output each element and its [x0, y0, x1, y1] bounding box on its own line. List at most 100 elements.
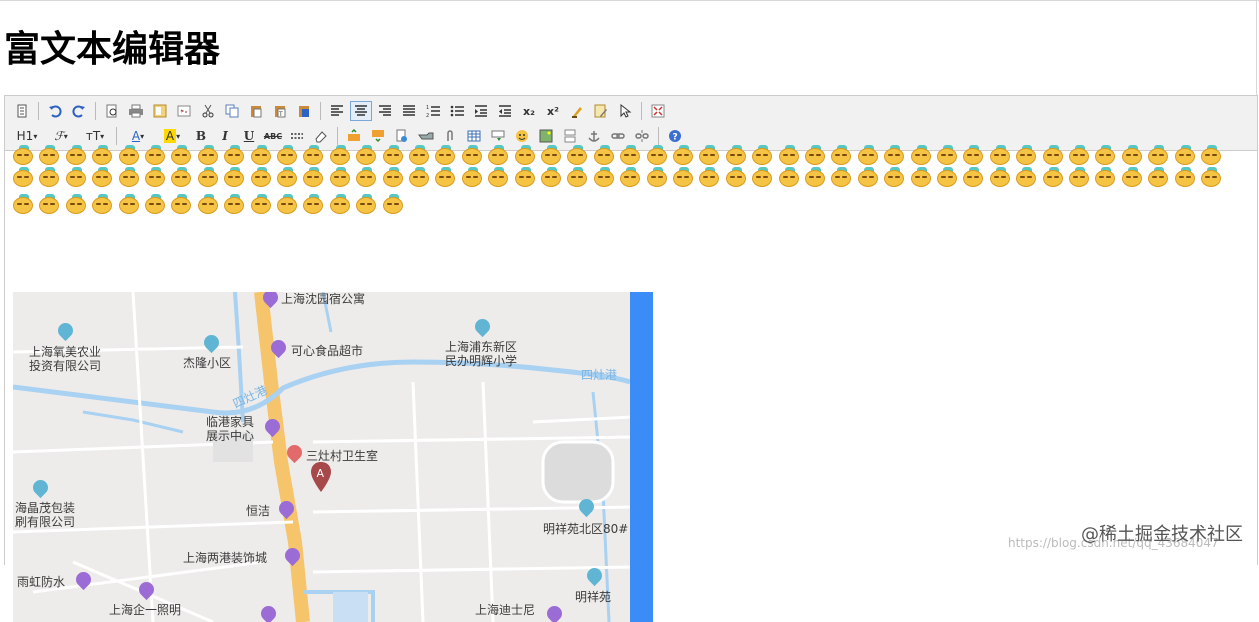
attachment-icon[interactable] [439, 126, 461, 146]
template-icon[interactable] [149, 101, 171, 121]
map-label: 雨虹防水 [17, 575, 66, 589]
heading-dropdown[interactable]: H1 ▾ [11, 126, 43, 146]
toolbar-separator [38, 102, 39, 120]
sleepy-face-emoji [407, 167, 431, 189]
map-label: 明祥苑北区80# [543, 522, 629, 536]
top-border [0, 0, 1259, 1]
bold-button[interactable]: B [190, 126, 212, 146]
strike-label: ABC [263, 131, 283, 141]
emoji-icon[interactable] [511, 126, 533, 146]
font-color-dropdown[interactable]: A ▾ [122, 126, 154, 146]
chevron-down-icon: ▾ [140, 131, 145, 141]
align-left-icon[interactable] [326, 101, 348, 121]
map-label: 恒洁 [246, 504, 271, 518]
toolbar-row-1: T 12 x₂ x² [11, 99, 671, 123]
paste-icon[interactable] [245, 101, 267, 121]
insert-row-below-icon[interactable] [367, 126, 389, 146]
sleepy-face-emoji [671, 145, 695, 167]
outdent-icon[interactable] [494, 101, 516, 121]
font-size-dropdown[interactable]: тT ▾ [79, 126, 111, 146]
sleepy-face-emoji [460, 167, 484, 189]
select-all-icon[interactable] [614, 101, 636, 121]
horizontal-rule-icon[interactable] [286, 126, 308, 146]
sleepy-face-emoji [249, 145, 273, 167]
rich-text-editor: T 12 x₂ x² H1 ▾ ℱ ▾ тT ▾ A ▾ A ▾ B I U A… [4, 95, 1258, 622]
anchor-icon[interactable] [583, 126, 605, 146]
sleepy-face-emoji [249, 194, 273, 216]
source-icon[interactable] [11, 101, 33, 121]
sleepy-face-emoji [117, 194, 141, 216]
highlight-dropdown[interactable]: A ▾ [156, 126, 188, 146]
font-size-label: тT [85, 129, 101, 143]
sleepy-face-emoji [1146, 145, 1170, 167]
indent-icon[interactable] [470, 101, 492, 121]
sleepy-face-emoji [64, 167, 88, 189]
toolbar-separator [320, 102, 321, 120]
font-family-dropdown[interactable]: ℱ ▾ [45, 126, 77, 146]
map-edge-bar [630, 292, 653, 622]
sleepy-face-emoji [90, 194, 114, 216]
editor-toolbar: T 12 x₂ x² H1 ▾ ℱ ▾ тT ▾ A ▾ A ▾ B I U A… [5, 95, 1257, 151]
table-icon[interactable] [463, 126, 485, 146]
paste-word-icon[interactable] [293, 101, 315, 121]
sleepy-face-emoji [301, 167, 325, 189]
map-label: 可心食品超市 [291, 344, 364, 358]
print-icon[interactable] [125, 101, 147, 121]
italic-button[interactable]: I [214, 126, 236, 146]
sleepy-face-emoji [354, 167, 378, 189]
redo-icon[interactable] [68, 101, 90, 121]
eraser-icon[interactable] [310, 126, 332, 146]
sleepy-face-emoji [249, 167, 273, 189]
superscript-icon[interactable]: x² [542, 101, 564, 121]
sleepy-face-emoji [1199, 145, 1223, 167]
help-icon[interactable]: ? [664, 126, 686, 146]
subscript-icon[interactable]: x₂ [518, 101, 540, 121]
bullet-list-icon[interactable] [446, 101, 468, 121]
sleepy-face-emoji [143, 167, 167, 189]
preview-icon[interactable] [101, 101, 123, 121]
link-icon[interactable] [607, 126, 629, 146]
ordered-list-icon[interactable]: 12 [422, 101, 444, 121]
sleepy-face-emoji [301, 194, 325, 216]
sleepy-face-emoji [328, 194, 352, 216]
sleepy-face-emoji [882, 145, 906, 167]
sleepy-face-emoji [1041, 167, 1065, 189]
sleepy-face-emoji [697, 145, 721, 167]
unlink-icon[interactable] [631, 126, 653, 146]
hand-icon[interactable] [415, 126, 437, 146]
fullscreen-icon[interactable] [647, 101, 669, 121]
font-color-label: A [131, 129, 141, 143]
svg-text:2: 2 [426, 113, 429, 118]
map-label: 杰隆小区 [183, 356, 232, 370]
format-painter-icon[interactable] [590, 101, 612, 121]
svg-text:T: T [278, 111, 283, 118]
insert-row-above-icon[interactable] [343, 126, 365, 146]
sleepy-face-emoji [169, 167, 193, 189]
code-icon[interactable] [173, 101, 195, 121]
sleepy-face-emoji [407, 145, 431, 167]
underline-button[interactable]: U [238, 126, 260, 146]
clear-format-icon[interactable] [566, 101, 588, 121]
justify-icon[interactable] [398, 101, 420, 121]
sleepy-face-emoji [37, 194, 61, 216]
sleepy-face-emoji [697, 167, 721, 189]
sleepy-face-emoji [381, 145, 405, 167]
sleepy-face-emoji [64, 194, 88, 216]
toolbar-separator [641, 102, 642, 120]
anchor-link-icon[interactable] [391, 126, 413, 146]
copy-icon[interactable] [221, 101, 243, 121]
chevron-down-icon: ▾ [176, 131, 181, 141]
align-right-icon[interactable] [374, 101, 396, 121]
map-label: 上海氧美农业 投资有限公司 [29, 345, 102, 373]
sleepy-face-emoji [777, 167, 801, 189]
align-center-icon[interactable] [350, 101, 372, 121]
cut-icon[interactable] [197, 101, 219, 121]
page-break-icon[interactable] [559, 126, 581, 146]
insert-frame-icon[interactable] [487, 126, 509, 146]
sleepy-face-emoji [618, 167, 642, 189]
strikethrough-button[interactable]: ABC [262, 126, 284, 146]
image-icon[interactable] [535, 126, 557, 146]
paste-text-icon[interactable]: T [269, 101, 291, 121]
sleepy-face-emoji [486, 167, 510, 189]
undo-icon[interactable] [44, 101, 66, 121]
